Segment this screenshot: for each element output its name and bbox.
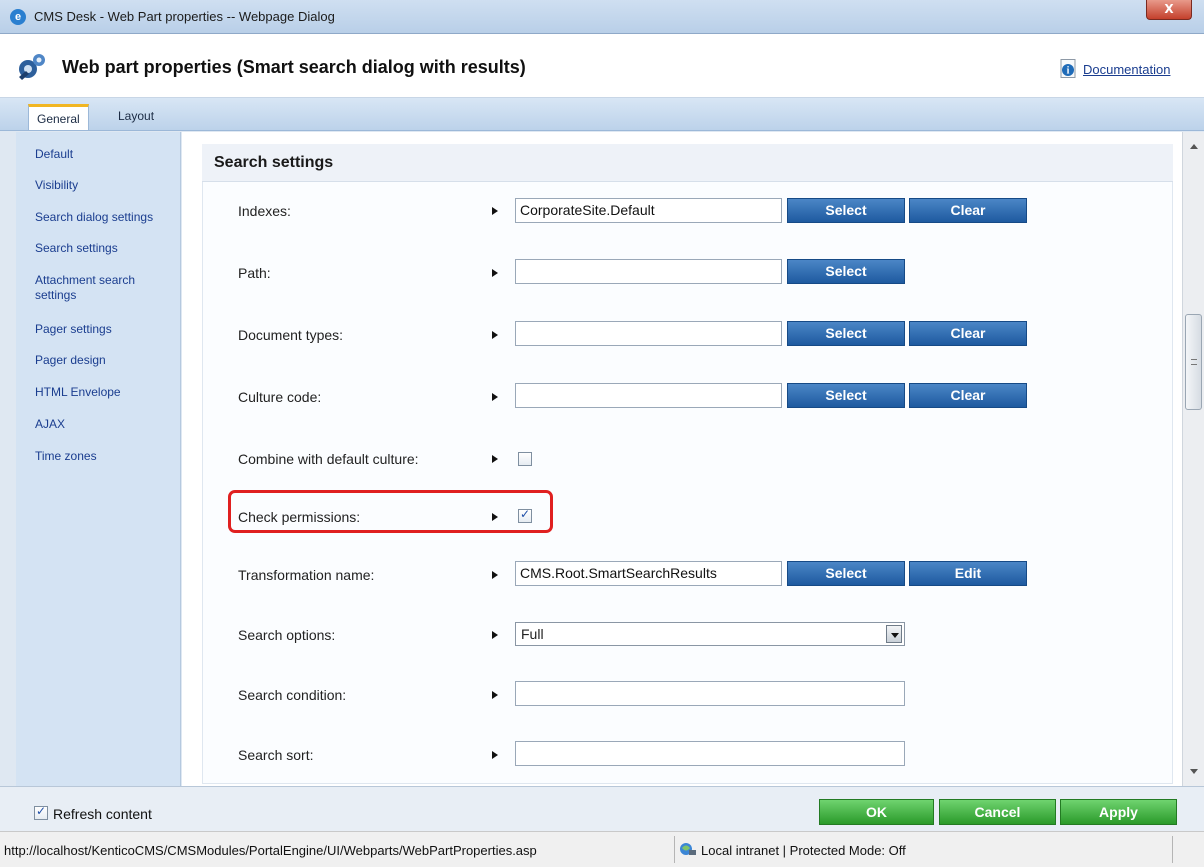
sidebar-item-attachment-search-settings[interactable]: Attachment search settings: [35, 273, 165, 303]
dialog-footer: Refresh content OK Cancel Apply: [0, 786, 1204, 831]
section-header: Search settings: [202, 144, 1173, 182]
sidebar-item-html-envelope[interactable]: HTML Envelope: [35, 385, 180, 400]
search-options-select[interactable]: Full: [515, 622, 905, 646]
sidebar-item-ajax[interactable]: AJAX: [35, 417, 180, 432]
path-label: Path:: [238, 265, 271, 281]
culture-code-select-button[interactable]: Select: [787, 383, 905, 408]
search-sort-arrow-icon: [492, 751, 498, 759]
culture-code-arrow-icon: [492, 393, 498, 401]
window-title: CMS Desk - Web Part properties -- Webpag…: [34, 9, 335, 24]
refresh-content-label: Refresh content: [53, 806, 152, 822]
scroll-down-icon[interactable]: [1190, 769, 1198, 774]
search-condition-input[interactable]: [515, 681, 905, 706]
page-title: Web part properties (Smart search dialog…: [62, 57, 526, 77]
search-sort-label: Search sort:: [238, 747, 314, 763]
indexes-clear-button[interactable]: Clear: [909, 198, 1027, 223]
tab-general[interactable]: General: [28, 104, 89, 130]
document-types-arrow-icon: [492, 331, 498, 339]
document-types-label: Document types:: [238, 327, 344, 343]
path-arrow-icon: [492, 269, 498, 277]
properties-content: Search settings Indexes: CorporateSite.D…: [182, 132, 1182, 786]
scroll-up-icon[interactable]: [1190, 144, 1198, 149]
status-divider: [674, 836, 675, 863]
check-permissions-arrow-icon: [492, 513, 498, 521]
indexes-label: Indexes:: [238, 203, 291, 219]
settings-sidebar: Default Visibility Search dialog setting…: [16, 132, 181, 786]
status-divider-right: [1172, 836, 1173, 863]
search-options-value: Full: [521, 626, 544, 642]
sidebar-item-search-settings[interactable]: Search settings: [35, 241, 180, 256]
scroll-thumb[interactable]: [1185, 314, 1202, 410]
tab-layout[interactable]: Layout: [110, 104, 162, 130]
search-options-label: Search options:: [238, 627, 336, 643]
transformation-edit-button[interactable]: Edit: [909, 561, 1027, 586]
browser-statusbar: http://localhost/KenticoCMS/CMSModules/P…: [0, 831, 1204, 867]
combine-default-culture-arrow-icon: [492, 455, 498, 463]
culture-code-clear-button[interactable]: Clear: [909, 383, 1027, 408]
transformation-name-label: Transformation name:: [238, 567, 375, 583]
check-permissions-checkbox[interactable]: [518, 507, 532, 523]
indexes-arrow-icon: [492, 207, 498, 215]
sidebar-item-visibility[interactable]: Visibility: [35, 178, 180, 193]
search-sort-input[interactable]: [515, 741, 905, 766]
transformation-name-arrow-icon: [492, 571, 498, 579]
culture-code-label: Culture code:: [238, 389, 322, 405]
transformation-name-input[interactable]: CMS.Root.SmartSearchResults: [515, 561, 782, 586]
documentation-link[interactable]: Documentation: [1083, 62, 1170, 77]
ok-button[interactable]: OK: [819, 799, 934, 825]
path-input[interactable]: [515, 259, 782, 284]
culture-code-input[interactable]: [515, 383, 782, 408]
search-options-arrow-icon: [492, 631, 498, 639]
sidebar-item-pager-settings[interactable]: Pager settings: [35, 322, 180, 337]
browser-icon: e: [10, 9, 26, 25]
vertical-scrollbar[interactable]: [1182, 132, 1204, 786]
cancel-button[interactable]: Cancel: [939, 799, 1056, 825]
path-select-button[interactable]: Select: [787, 259, 905, 284]
transformation-select-button[interactable]: Select: [787, 561, 905, 586]
apply-button[interactable]: Apply: [1060, 799, 1177, 825]
check-permissions-label: Check permissions:: [238, 509, 361, 525]
sidebar-item-time-zones[interactable]: Time zones: [35, 449, 180, 464]
combine-default-culture-label: Combine with default culture:: [238, 451, 419, 467]
document-types-clear-button[interactable]: Clear: [909, 321, 1027, 346]
indexes-select-button[interactable]: Select: [787, 198, 905, 223]
documentation-icon[interactable]: i: [1060, 59, 1078, 79]
combine-default-culture-checkbox[interactable]: [518, 452, 532, 466]
sidebar-item-default[interactable]: Default: [35, 147, 180, 162]
section-title: Search settings: [214, 154, 334, 171]
search-condition-label: Search condition:: [238, 687, 347, 703]
document-types-input[interactable]: [515, 321, 782, 346]
sidebar-item-pager-design[interactable]: Pager design: [35, 353, 180, 368]
status-url: http://localhost/KenticoCMS/CMSModules/P…: [4, 843, 537, 858]
status-zone: Local intranet | Protected Mode: Off: [701, 843, 906, 858]
svg-text:i: i: [1067, 66, 1070, 77]
sidebar-item-search-dialog-settings[interactable]: Search dialog settings: [35, 210, 180, 225]
chevron-down-icon[interactable]: [886, 625, 902, 643]
intranet-zone-icon: [680, 843, 696, 855]
tab-bar: General Layout: [0, 98, 1204, 131]
indexes-input[interactable]: CorporateSite.Default: [515, 198, 782, 223]
document-types-select-button[interactable]: Select: [787, 321, 905, 346]
grip-icon: [1191, 359, 1197, 365]
refresh-content-checkbox[interactable]: [34, 804, 48, 820]
close-button[interactable]: X: [1146, 0, 1192, 20]
search-condition-arrow-icon: [492, 691, 498, 699]
window-titlebar: e CMS Desk - Web Part properties -- Webp…: [0, 0, 1204, 34]
webpart-gear-icon: [19, 54, 45, 80]
